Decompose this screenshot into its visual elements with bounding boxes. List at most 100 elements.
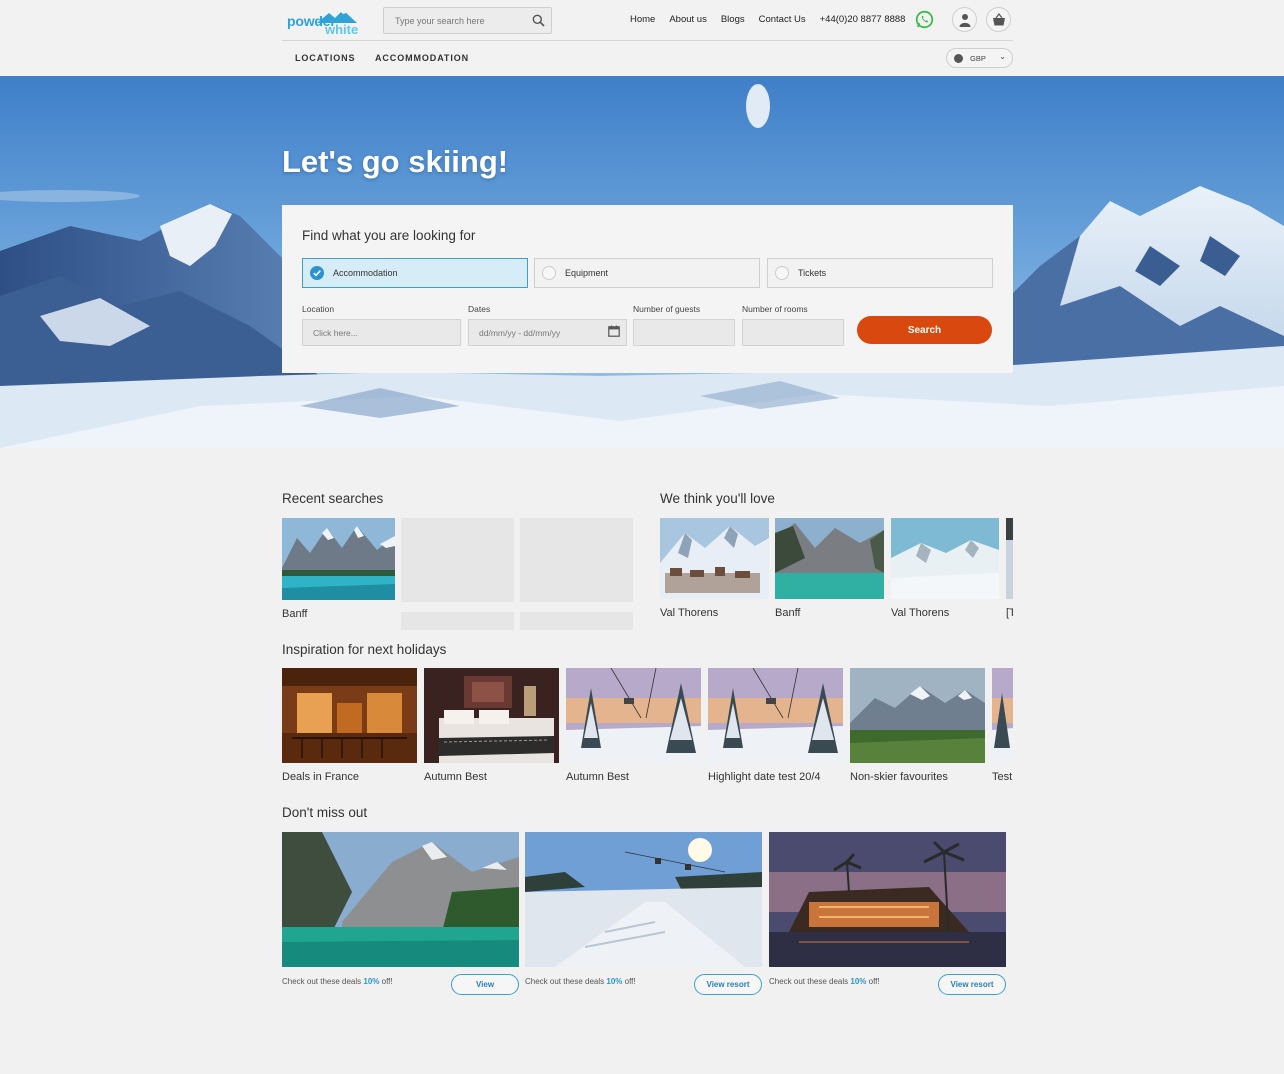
recent-placeholder-caption — [401, 612, 514, 630]
ski-lift-forest-image — [708, 668, 843, 763]
ski-slope-image — [525, 832, 762, 967]
val-thorens-village-image — [660, 518, 769, 599]
recommended-item-image[interactable] — [660, 518, 769, 599]
hotel-bedroom-image — [424, 668, 559, 763]
recommended-item-image[interactable] — [775, 518, 884, 599]
nav-about-link[interactable]: About us — [669, 14, 707, 25]
inspiration-item-image[interactable] — [566, 668, 701, 763]
user-icon — [959, 14, 971, 27]
currency-selector[interactable]: GBP ⌄ — [946, 48, 1013, 68]
promo-view-resort-button[interactable]: View resort — [694, 974, 762, 995]
promo-text-suffix: off! — [622, 977, 636, 986]
promo-image[interactable] — [769, 832, 1006, 967]
whatsapp-icon[interactable] — [915, 10, 934, 29]
promo-image[interactable] — [282, 832, 519, 967]
partial-image — [992, 668, 1013, 763]
dates-input[interactable] — [468, 319, 627, 346]
site-search-input[interactable] — [384, 8, 524, 33]
currency-value: GBP — [970, 54, 986, 63]
promo-text-prefix: Check out these deals — [525, 977, 607, 986]
inspiration-item-image[interactable] — [850, 668, 985, 763]
tab-accommodation[interactable]: Accommodation — [302, 258, 528, 288]
recommended-item-image[interactable] — [1006, 518, 1013, 599]
banff-lake-image — [282, 518, 395, 600]
inspiration-item-caption[interactable]: Autumn Best — [566, 771, 629, 783]
inspiration-item-caption[interactable]: Test — [992, 771, 1013, 783]
radio-icon — [542, 266, 556, 280]
mountain-lake-image — [282, 832, 519, 967]
promo-discount: 10% — [850, 977, 867, 986]
tab-accommodation-label: Accommodation — [333, 268, 398, 278]
chalet-interior-image — [282, 668, 417, 763]
promo-text-suffix: off! — [379, 977, 393, 986]
promo-text-prefix: Check out these deals — [282, 977, 364, 986]
inspiration-item-caption[interactable]: Autumn Best — [424, 771, 487, 783]
search-panel-title: Find what you are looking for — [302, 228, 476, 243]
hero-title: Let's go skiing! — [282, 144, 509, 179]
globe-icon — [954, 54, 963, 63]
basket-button[interactable] — [986, 7, 1011, 32]
inspiration-item-image[interactable] — [708, 668, 843, 763]
nav-contact-link[interactable]: Contact Us — [759, 14, 806, 25]
recent-placeholder-image — [401, 518, 514, 602]
search-button[interactable]: Search — [857, 316, 992, 344]
recent-placeholder-image — [520, 518, 633, 602]
alpine-valley-image — [850, 668, 985, 763]
recommended-item-caption[interactable]: Val Thorens — [660, 607, 718, 619]
guests-input[interactable] — [633, 319, 735, 346]
calendar-icon[interactable] — [608, 325, 620, 337]
subnav-accommodation[interactable]: ACCOMMODATION — [375, 53, 469, 63]
tropical-resort-image — [769, 832, 1006, 967]
logo[interactable]: powder white — [287, 9, 365, 37]
promo-discount: 10% — [363, 977, 380, 986]
basket-icon — [993, 13, 1005, 26]
recommended-item-caption[interactable]: Banff — [775, 607, 801, 619]
inspiration-item-image[interactable] — [282, 668, 417, 763]
location-label: Location — [302, 304, 335, 314]
promo-discount: 10% — [606, 977, 623, 986]
radio-icon — [775, 266, 789, 280]
val-thorens-snow-image — [891, 518, 999, 599]
inspiration-item-caption[interactable]: Deals in France — [282, 771, 359, 783]
header-top-bar: powder white Home About us Blogs Contact… — [282, 6, 1013, 41]
promo-text: Check out these deals 10% off! — [525, 977, 636, 986]
search-icon[interactable] — [532, 14, 545, 27]
recent-item-image[interactable] — [282, 518, 395, 600]
tab-equipment-label: Equipment — [565, 268, 609, 278]
dont-miss-title: Don't miss out — [282, 805, 368, 820]
banff-lake-image — [775, 518, 884, 599]
tab-equipment[interactable]: Equipment — [534, 258, 760, 288]
recommended-item-caption[interactable]: Val Thorens — [891, 607, 949, 619]
guests-label: Number of guests — [633, 304, 701, 314]
promo-text: Check out these deals 10% off! — [769, 977, 880, 986]
inspiration-item-caption[interactable]: Highlight date test 20/4 — [708, 771, 821, 783]
header-sub-nav: LOCATIONS ACCOMMODATION GBP ⌄ — [282, 45, 1013, 71]
main-nav: Home About us Blogs Contact Us +44(0)20 … — [630, 14, 905, 25]
tab-tickets[interactable]: Tickets — [767, 258, 993, 288]
inspiration-item-image[interactable] — [992, 668, 1013, 763]
rooms-label: Number of rooms — [742, 304, 808, 314]
rooms-input[interactable] — [742, 319, 844, 346]
subnav-locations[interactable]: LOCATIONS — [295, 53, 355, 63]
nav-home-link[interactable]: Home — [630, 14, 655, 25]
recommended-item-image[interactable] — [891, 518, 999, 599]
promo-text: Check out these deals 10% off! — [282, 977, 393, 986]
promo-text-prefix: Check out these deals — [769, 977, 851, 986]
location-input[interactable] — [302, 319, 461, 346]
chevron-down-icon: ⌄ — [999, 52, 1006, 61]
phone-number[interactable]: +44(0)20 8877 8888 — [820, 14, 906, 25]
recent-item-caption[interactable]: Banff — [282, 608, 308, 620]
promo-view-button[interactable]: View — [451, 974, 519, 995]
check-icon — [310, 266, 324, 280]
inspiration-item-caption[interactable]: Non-skier favourites — [850, 771, 948, 783]
nav-blogs-link[interactable]: Blogs — [721, 14, 745, 25]
recommended-item-caption[interactable]: [T — [1006, 607, 1013, 619]
promo-view-resort-button[interactable]: View resort — [938, 974, 1006, 995]
inspiration-title: Inspiration for next holidays — [282, 642, 447, 657]
recommended-title: We think you'll love — [660, 491, 775, 506]
promo-image[interactable] — [525, 832, 762, 967]
logo-text-white: white — [325, 22, 359, 37]
inspiration-item-image[interactable] — [424, 668, 559, 763]
dates-label: Dates — [468, 304, 491, 314]
account-button[interactable] — [952, 7, 977, 32]
